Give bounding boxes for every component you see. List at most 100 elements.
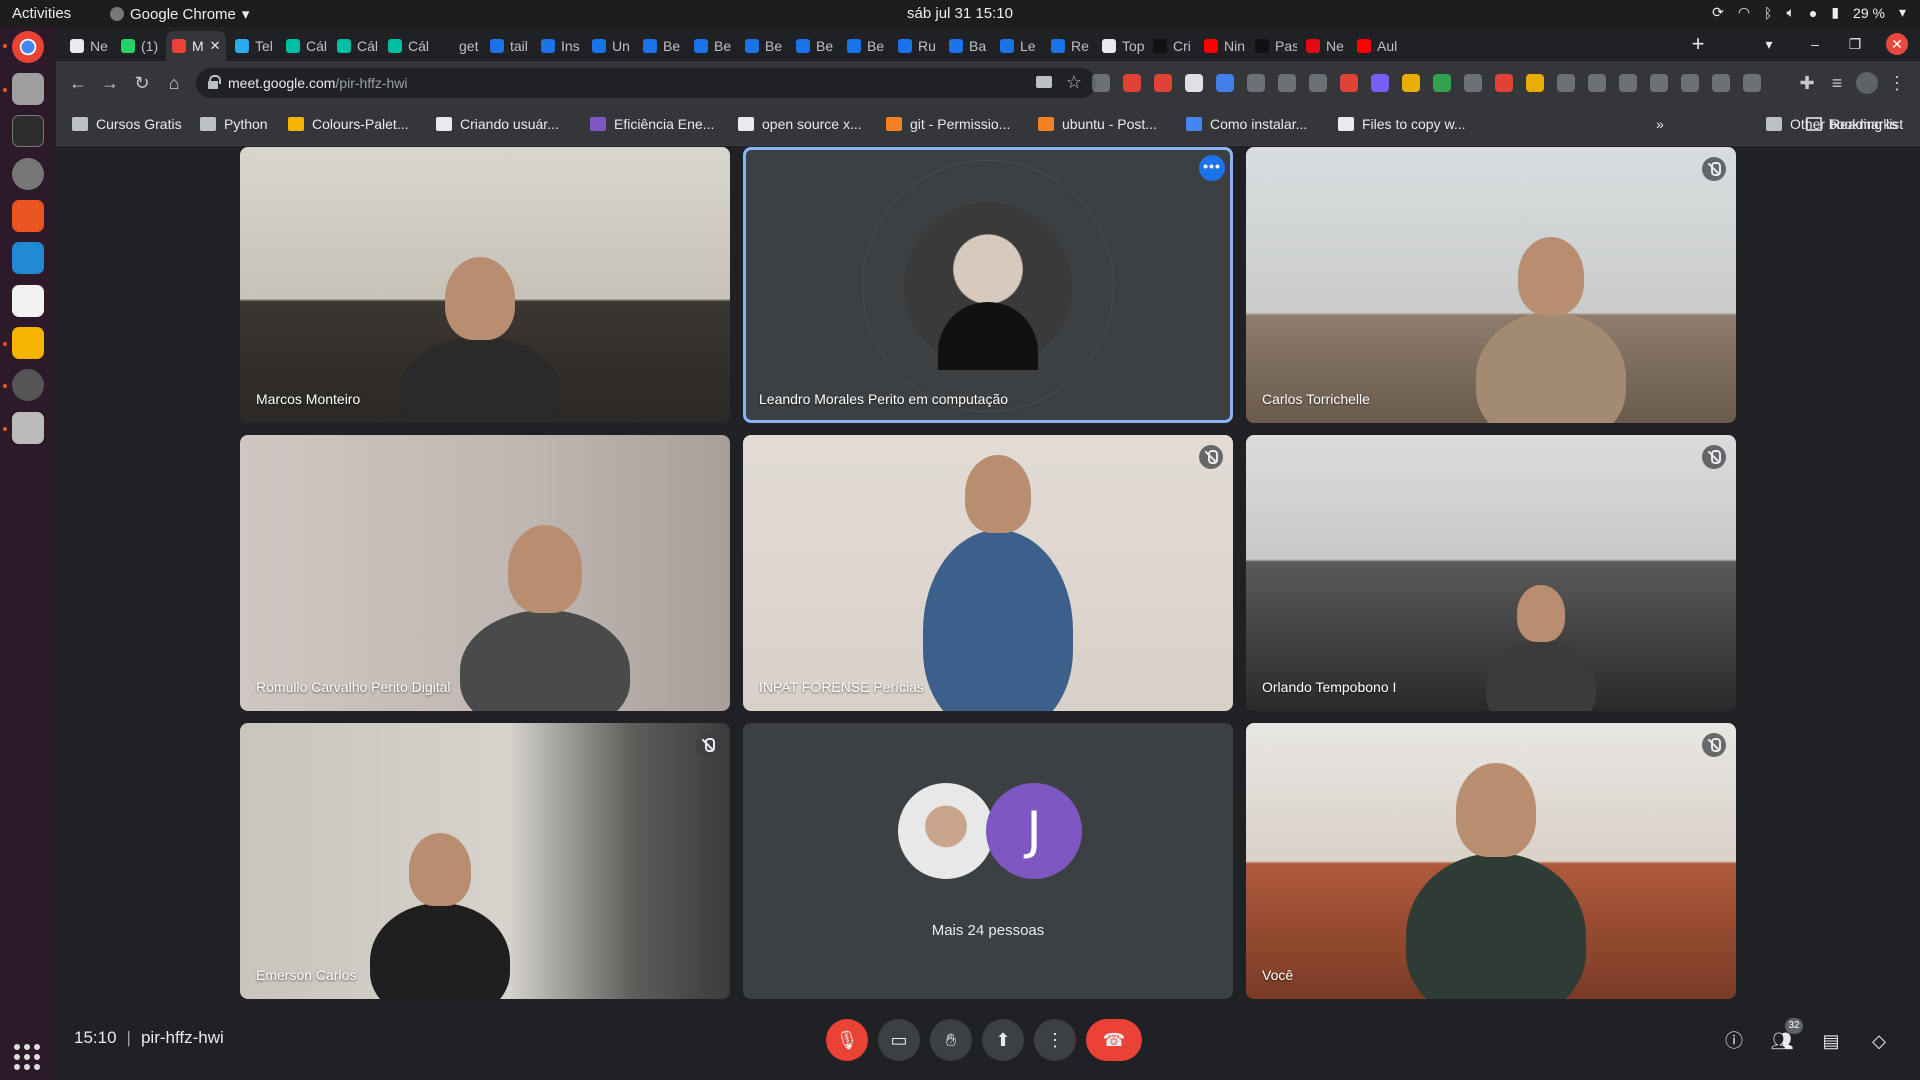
extension-icon[interactable] bbox=[1495, 74, 1513, 92]
extension-icon[interactable] bbox=[1278, 74, 1296, 92]
media-control-icon[interactable]: ≡ bbox=[1826, 72, 1848, 94]
extension-icon[interactable] bbox=[1154, 74, 1172, 92]
browser-tab[interactable]: (1) bbox=[115, 31, 163, 61]
more-options-button[interactable]: ⋮ bbox=[1034, 1019, 1076, 1061]
bookmark-star-icon[interactable]: ☆ bbox=[1066, 72, 1082, 93]
browser-tab[interactable]: tail bbox=[484, 31, 532, 61]
browser-tab[interactable]: Ne bbox=[1300, 31, 1348, 61]
bookmark-item[interactable]: Colours-Palet... bbox=[288, 116, 408, 132]
browser-tab[interactable]: Be bbox=[841, 31, 889, 61]
bookmark-item[interactable]: ubuntu - Post... bbox=[1038, 116, 1157, 132]
extension-icon[interactable] bbox=[1123, 74, 1141, 92]
browser-tab[interactable]: Pas bbox=[1249, 31, 1297, 61]
browser-tab[interactable]: Nin bbox=[1198, 31, 1246, 61]
participant-tile[interactable]: Romullo Carvalho Perito Digital bbox=[240, 435, 730, 711]
browser-tab[interactable]: Aul bbox=[1351, 31, 1399, 61]
close-window-button[interactable]: ✕ bbox=[1886, 33, 1908, 55]
settings-dock-icon[interactable] bbox=[12, 158, 44, 190]
extension-icon[interactable] bbox=[1712, 74, 1730, 92]
new-tab-button[interactable]: + bbox=[1686, 33, 1710, 57]
tab-search-icon[interactable]: ▾ bbox=[1758, 33, 1780, 55]
address-bar[interactable]: meet.google.com/pir-hffz-hwi ☆ bbox=[196, 68, 1096, 98]
extension-icon[interactable] bbox=[1216, 74, 1234, 92]
participant-tile[interactable]: Carlos Torrichelle bbox=[1246, 147, 1736, 423]
camera-in-use-icon[interactable] bbox=[1036, 76, 1052, 88]
bookmark-item[interactable]: Files to copy w... bbox=[1338, 116, 1465, 132]
back-button[interactable]: ← bbox=[67, 72, 89, 94]
extension-icon[interactable] bbox=[1402, 74, 1420, 92]
extension-icon[interactable] bbox=[1464, 74, 1482, 92]
home-button[interactable]: ⌂ bbox=[163, 72, 185, 94]
meeting-code[interactable]: pir-hffz-hwi bbox=[141, 1028, 224, 1048]
participant-options-button[interactable]: ••• bbox=[1199, 155, 1225, 181]
show-applications-button[interactable] bbox=[14, 1044, 40, 1070]
browser-tab[interactable]: Be bbox=[739, 31, 787, 61]
extension-icon[interactable] bbox=[1185, 74, 1203, 92]
meeting-details-icon[interactable]: ⓘ bbox=[1721, 1028, 1747, 1054]
extension-icon[interactable] bbox=[1340, 74, 1358, 92]
browser-tab[interactable]: Cál bbox=[280, 31, 328, 61]
extensions-puzzle-icon[interactable]: ✚ bbox=[1796, 72, 1818, 94]
calculator-dock-icon[interactable] bbox=[12, 327, 44, 359]
people-button[interactable]: 👥︎ 32 bbox=[1769, 1018, 1803, 1054]
browser-tab[interactable]: Ins bbox=[535, 31, 583, 61]
browser-tab[interactable]: get bbox=[433, 31, 481, 61]
browser-tab[interactable]: Ne bbox=[64, 31, 112, 61]
participant-tile[interactable]: Emerson Carlos bbox=[240, 723, 730, 999]
forward-button[interactable]: → bbox=[99, 72, 121, 94]
microphone-off-button[interactable]: 🎙︎ bbox=[826, 1019, 868, 1061]
browser-tab[interactable]: Cri bbox=[1147, 31, 1195, 61]
restore-button[interactable]: ❐ bbox=[1844, 33, 1866, 55]
leave-call-button[interactable]: ☎︎ bbox=[1086, 1019, 1142, 1061]
chat-icon[interactable]: ▤ bbox=[1818, 1028, 1844, 1054]
software-center-dock-icon[interactable] bbox=[12, 200, 44, 232]
extension-icon[interactable] bbox=[1092, 74, 1110, 92]
bookmark-item[interactable]: Cursos Gratis bbox=[72, 116, 182, 132]
participant-tile[interactable]: Você bbox=[1246, 723, 1736, 999]
browser-tab[interactable]: Be bbox=[688, 31, 736, 61]
overflow-participants-tile[interactable]: J Mais 24 pessoas bbox=[743, 723, 1233, 999]
bookmarks-overflow-button[interactable]: » bbox=[1656, 116, 1664, 132]
minimize-button[interactable]: – bbox=[1804, 33, 1826, 55]
close-tab-icon[interactable]: ✕ bbox=[210, 38, 221, 54]
bookmark-item[interactable]: Como instalar... bbox=[1186, 116, 1307, 132]
activities-icon[interactable]: ◇ bbox=[1866, 1028, 1892, 1054]
extension-icon[interactable] bbox=[1650, 74, 1668, 92]
raise-hand-button[interactable]: ✋︎ bbox=[930, 1019, 972, 1061]
files-dock-icon[interactable] bbox=[12, 73, 44, 105]
participant-tile[interactable]: Marcos Monteiro bbox=[240, 147, 730, 423]
lock-icon[interactable] bbox=[208, 75, 221, 89]
bookmark-item[interactable]: Criando usuár... bbox=[436, 116, 559, 132]
system-tray[interactable]: ⟳ ◠ ᛒ 🔈︎ ● ▮ 29 % ▾ bbox=[1712, 4, 1906, 21]
participant-tile[interactable]: Orlando Tempobono I bbox=[1246, 435, 1736, 711]
extension-icon[interactable] bbox=[1247, 74, 1265, 92]
browser-tab[interactable]: M ✕ bbox=[166, 31, 226, 61]
extension-icon[interactable] bbox=[1743, 74, 1761, 92]
chrome-dock-icon[interactable] bbox=[3, 31, 44, 63]
other-bookmarks[interactable]: Other bookmarks bbox=[1766, 116, 1897, 132]
camera-toggle-button[interactable]: ▭ bbox=[878, 1019, 920, 1061]
extension-icon[interactable] bbox=[1309, 74, 1327, 92]
bookmark-item[interactable]: Python bbox=[200, 116, 268, 132]
extension-icon[interactable] bbox=[1526, 74, 1544, 92]
extension-icon[interactable] bbox=[1557, 74, 1575, 92]
terminal-dock-icon[interactable] bbox=[12, 115, 44, 147]
text-editor-dock-icon[interactable] bbox=[12, 285, 44, 317]
browser-tab[interactable]: Le bbox=[994, 31, 1042, 61]
extension-icon[interactable] bbox=[1371, 74, 1389, 92]
browser-tab[interactable]: Ba bbox=[943, 31, 991, 61]
screenshot-dock-icon[interactable] bbox=[12, 412, 44, 444]
extension-icon[interactable] bbox=[1681, 74, 1699, 92]
chrome-menu-icon[interactable]: ⋮ bbox=[1886, 72, 1908, 94]
browser-tab[interactable]: Be bbox=[637, 31, 685, 61]
browser-tab[interactable]: Cál bbox=[382, 31, 430, 61]
system-clock[interactable]: sáb jul 31 15:10 bbox=[0, 5, 1920, 22]
browser-tab[interactable]: Cál bbox=[331, 31, 379, 61]
address-url[interactable]: meet.google.com/pir-hffz-hwi bbox=[228, 75, 408, 91]
bookmark-item[interactable]: Eficiência Ene... bbox=[590, 116, 714, 132]
extension-icon[interactable] bbox=[1433, 74, 1451, 92]
profile-avatar[interactable] bbox=[1856, 72, 1878, 94]
browser-tab[interactable]: Top bbox=[1096, 31, 1144, 61]
vscode-dock-icon[interactable] bbox=[12, 242, 44, 274]
browser-tab[interactable]: Be bbox=[790, 31, 838, 61]
